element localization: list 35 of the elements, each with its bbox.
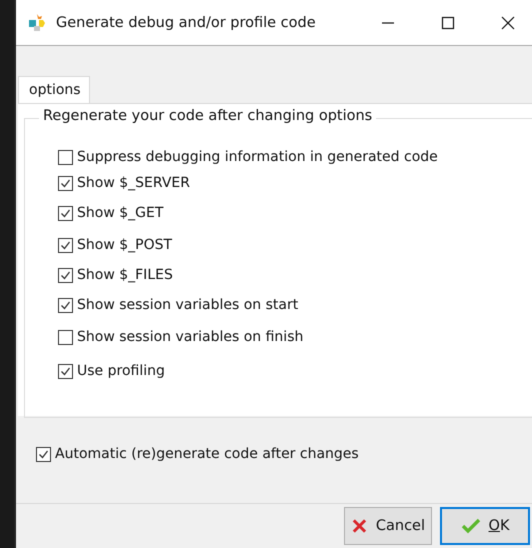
checkbox-label: Show $_GET: [77, 205, 164, 221]
checkbox[interactable]: [58, 330, 73, 344]
checkbox-label: Show session variables on start: [77, 297, 298, 313]
cross-icon: [351, 517, 368, 535]
checkbox[interactable]: [58, 150, 73, 164]
checkbox[interactable]: [58, 298, 73, 312]
checkbox-label: Show $_POST: [77, 237, 172, 253]
checkmark-icon: [60, 208, 71, 218]
window-title: Generate debug and/or profile code: [56, 14, 316, 30]
tab[interactable]: options: [18, 76, 90, 103]
group-title: Regenerate your code after changing options: [39, 108, 376, 124]
ok-button[interactable]: OK: [440, 507, 530, 545]
checkbox[interactable]: [58, 176, 73, 190]
checkbox-label: Automatic (re)generate code after changes: [55, 446, 359, 462]
checkbox-label: Show session variables on finish: [77, 329, 304, 345]
checkmark-icon: [60, 270, 71, 280]
checkmark-icon: [60, 178, 71, 188]
cancel-button[interactable]: Cancel: [344, 507, 432, 545]
checkmark-icon: [460, 517, 481, 535]
checkbox-label: Use profiling: [77, 363, 165, 379]
checkbox[interactable]: [58, 206, 73, 220]
checkbox[interactable]: [58, 238, 73, 252]
checkmark-icon: [38, 448, 49, 460]
checkbox[interactable]: [36, 446, 51, 462]
checkmark-icon: [60, 366, 71, 376]
checkbox[interactable]: [58, 364, 73, 378]
checkbox-label: Show $_FILES: [77, 267, 173, 283]
close-icon[interactable]: [500, 14, 516, 30]
checkmark-icon: [60, 240, 71, 250]
checkbox-label: Show $_SERVER: [77, 175, 190, 191]
maximize-icon[interactable]: [440, 14, 456, 30]
checkmark-icon: [60, 300, 71, 310]
checkbox[interactable]: [58, 268, 73, 282]
checkbox-label: Suppress debugging information in generated code: [77, 149, 438, 165]
app-icon: [28, 12, 48, 32]
